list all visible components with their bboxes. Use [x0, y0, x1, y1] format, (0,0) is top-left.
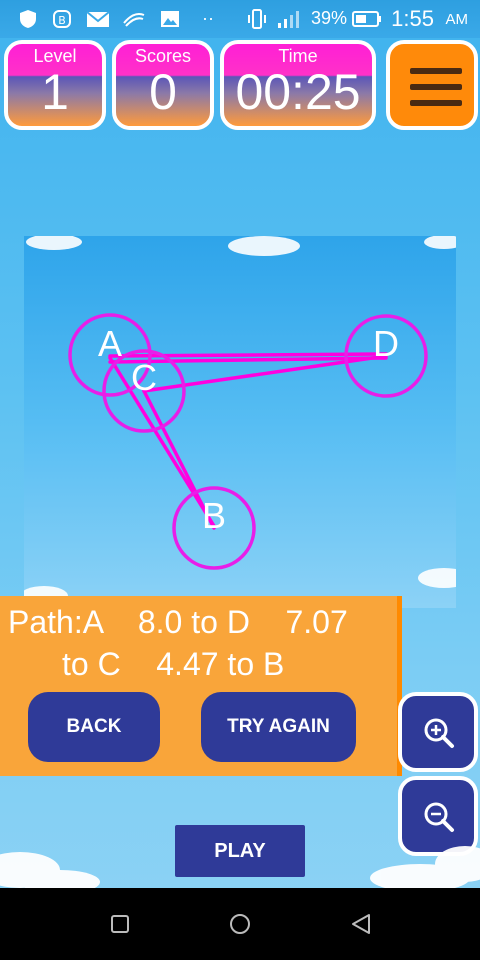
back-icon[interactable]: [350, 913, 372, 935]
back-button[interactable]: BACK: [28, 692, 160, 762]
play-button[interactable]: PLAY: [175, 825, 305, 877]
node-b-label: B: [202, 495, 226, 536]
vibrate-icon: [248, 9, 266, 29]
board-canvas: A C D B: [24, 236, 456, 606]
b-app-icon: B: [53, 10, 71, 28]
game-board[interactable]: A C D B: [24, 236, 456, 608]
scores-value: 0: [149, 64, 177, 120]
zoom-in-icon: [424, 718, 454, 748]
time-box: Time 00:25: [220, 40, 376, 130]
path-panel: Path:A 8.0 to D 7.07 to C 4.47 to B BACK…: [0, 596, 402, 776]
battery-icon: [352, 11, 381, 27]
shield-icon: [20, 10, 36, 28]
level-box: Level 1: [4, 40, 106, 130]
cloud-decoration: [24, 236, 456, 606]
clock-time: 1:55: [391, 6, 434, 31]
clock-ampm: AM: [445, 11, 469, 28]
status-bar: B ·· 39% 1:55 AM: [0, 0, 480, 38]
try-again-button[interactable]: TRY AGAIN: [201, 692, 356, 762]
path-text-line1: Path:A 8.0 to D 7.07: [8, 604, 348, 640]
recent-apps-icon[interactable]: [110, 914, 130, 934]
time-value: 00:25: [235, 64, 361, 120]
node-c-label: C: [131, 357, 157, 398]
path-text-line2: to C 4.47 to B: [62, 646, 285, 682]
signal-icon: [278, 11, 299, 28]
more-dots-icon: ··: [202, 8, 214, 28]
swiftkey-icon: [123, 13, 145, 27]
gallery-icon: [161, 11, 179, 27]
nav-bar: [0, 888, 480, 960]
svg-text:B: B: [58, 14, 66, 27]
home-icon[interactable]: [229, 913, 251, 935]
battery-percent: 39%: [311, 8, 348, 28]
zoom-in-button[interactable]: [398, 692, 478, 772]
menu-button[interactable]: [386, 40, 478, 130]
gmail-icon: [86, 11, 110, 27]
level-value: 1: [41, 64, 69, 120]
node-d-label: D: [373, 323, 399, 364]
scores-box: Scores 0: [112, 40, 214, 130]
node-a-label: A: [98, 323, 122, 364]
